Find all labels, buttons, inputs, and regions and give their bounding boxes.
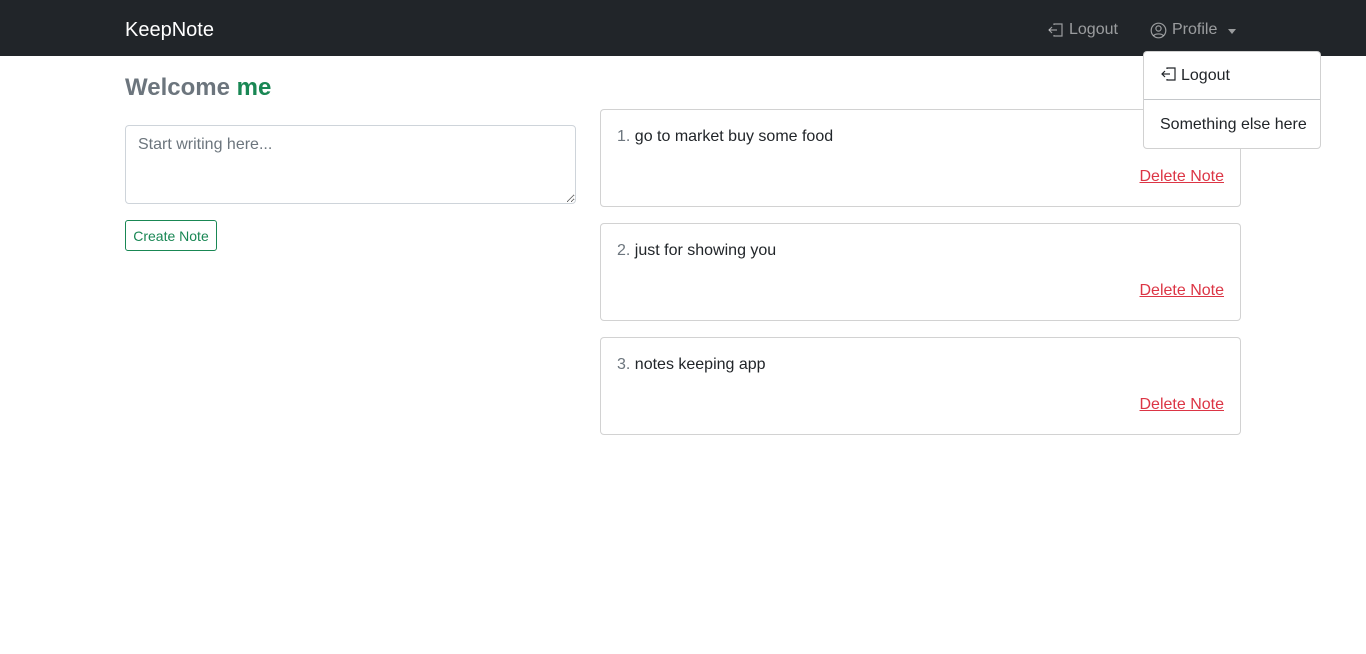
nav-logout-label: Logout — [1069, 21, 1118, 38]
note-textarea[interactable] — [125, 125, 576, 204]
note-card: 3. notes keeping app Delete Note — [600, 337, 1241, 435]
profile-dropdown-menu: Logout Something else here — [1143, 51, 1321, 149]
logout-icon — [1047, 22, 1064, 38]
caret-down-icon — [1228, 28, 1237, 34]
dropdown-logout-label: Logout — [1181, 67, 1230, 84]
delete-note-link[interactable]: Delete Note — [1140, 168, 1225, 186]
logout-icon — [1160, 66, 1177, 87]
welcome-heading: Welcome me — [125, 72, 271, 104]
create-note-button[interactable]: Create Note — [125, 220, 217, 251]
note-content: notes keeping app — [634, 356, 766, 373]
nav-logout-link[interactable]: Logout — [1047, 18, 1118, 42]
note-content: go to market buy some food — [634, 128, 834, 145]
brand-link[interactable]: KeepNote — [125, 16, 214, 44]
note-number: 1. — [617, 128, 631, 145]
note-number: 3. — [617, 356, 631, 373]
note-content: just for showing you — [634, 242, 777, 259]
welcome-prefix: Welcome — [125, 74, 230, 101]
note-text: 2. just for showing you — [617, 242, 776, 260]
welcome-username: me — [236, 74, 272, 101]
note-text: 3. notes keeping app — [617, 356, 766, 374]
dropdown-divider — [1144, 99, 1320, 100]
profile-dropdown-toggle[interactable]: Profile — [1150, 18, 1237, 42]
dropdown-logout-item[interactable]: Logout — [1144, 52, 1320, 100]
delete-note-link[interactable]: Delete Note — [1140, 282, 1225, 300]
dropdown-something-else-item[interactable]: Something else here — [1144, 101, 1320, 149]
note-text: 1. go to market buy some food — [617, 128, 833, 146]
profile-label: Profile — [1172, 21, 1218, 38]
note-number: 2. — [617, 242, 631, 259]
top-navbar: KeepNote Logout Profile — [0, 0, 1366, 56]
person-circle-icon — [1150, 22, 1167, 39]
dropdown-something-else-label: Something else here — [1160, 116, 1307, 133]
delete-note-link[interactable]: Delete Note — [1140, 396, 1225, 414]
note-card: 2. just for showing you Delete Note — [600, 223, 1241, 321]
